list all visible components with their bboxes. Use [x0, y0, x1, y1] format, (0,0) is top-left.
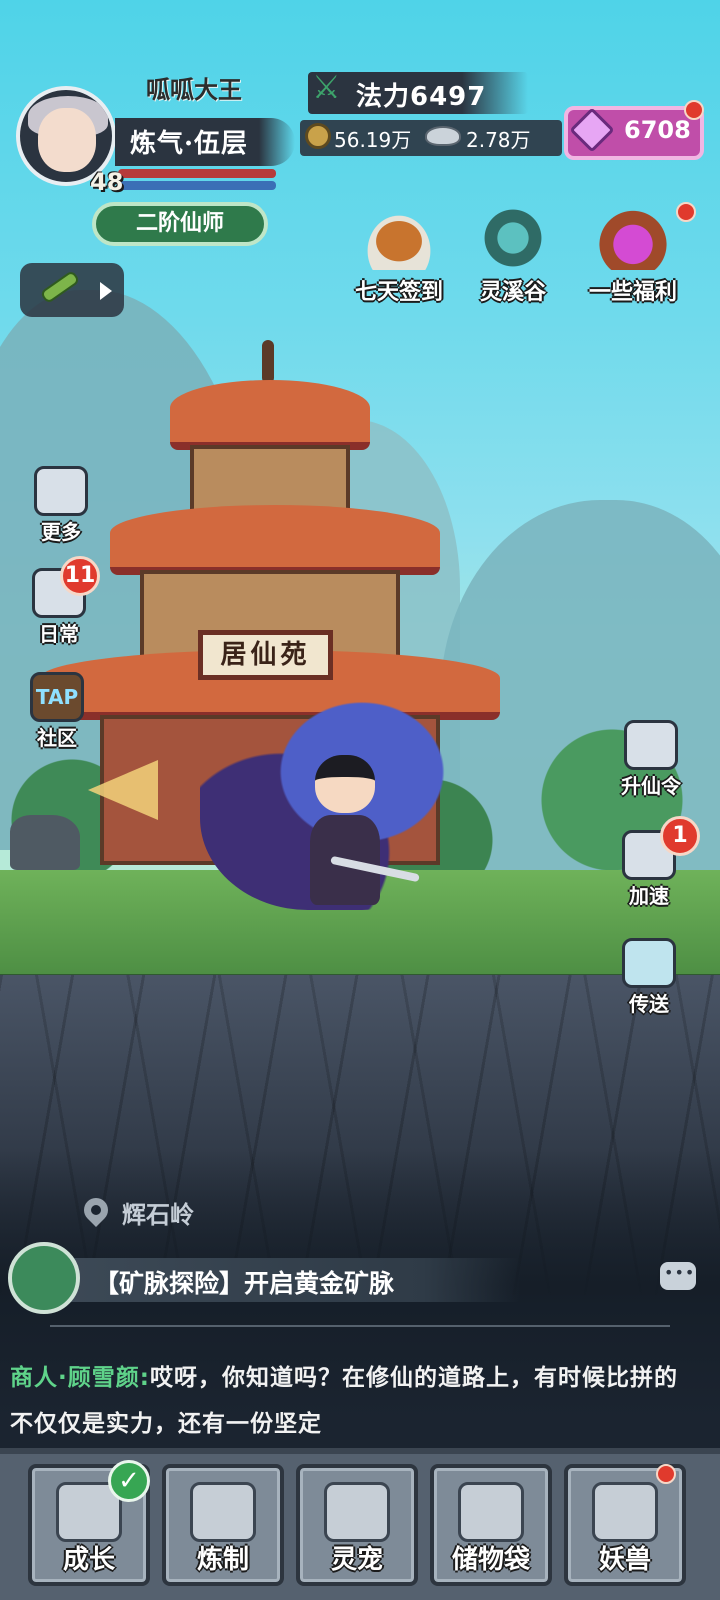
npc-dialog[interactable]: 商人·顾雪颜:哎呀，你知道吗？在修仙的道路上，有时候比拼的不仅仅是实力，还有一份… — [10, 1355, 700, 1447]
rock — [10, 815, 80, 870]
divider — [50, 1325, 670, 1327]
location-name: 辉石岭 — [122, 1201, 194, 1229]
nav-label: 成长 — [62, 1545, 115, 1575]
title-badge[interactable]: 二阶仙师 — [92, 202, 268, 246]
pagoda-roof — [170, 380, 370, 450]
event-label: 七天签到 — [354, 280, 443, 305]
notification-dot — [684, 100, 704, 120]
silver-ingot-icon — [425, 126, 461, 146]
side-label: 传送 — [629, 992, 669, 1016]
nav-spirit-pet[interactable]: 灵宠 — [296, 1464, 418, 1586]
spirit-valley-icon — [473, 206, 553, 270]
event-label: 灵溪谷 — [479, 280, 546, 305]
dialog-speaker: 商人·顾雪颜: — [10, 1365, 150, 1391]
notification-dot — [676, 202, 696, 222]
pagoda-spire — [262, 340, 274, 384]
gem-bag-icon — [593, 206, 673, 270]
scrolls-icon — [34, 466, 88, 516]
left-arrow-indicator[interactable] — [88, 760, 158, 820]
power-value: 法力6497 — [356, 82, 487, 112]
avatar-face — [38, 108, 96, 172]
side-label: 升仙令 — [621, 774, 681, 798]
nav-label: 妖兽 — [598, 1545, 651, 1575]
side-label: 日常 — [39, 622, 79, 646]
roast-chicken-icon — [359, 206, 439, 270]
hp-bar — [118, 169, 276, 178]
nav-label: 灵宠 — [330, 1545, 383, 1575]
nav-storage-bag[interactable]: 储物袋 — [430, 1464, 552, 1586]
nav-refine[interactable]: 炼制 — [162, 1464, 284, 1586]
storage-bag-icon — [458, 1482, 524, 1542]
event-welfare[interactable]: 一些福利 — [578, 206, 688, 306]
event-seven-day-signin[interactable]: 七天签到 — [344, 206, 454, 306]
nav-label: 炼制 — [196, 1545, 249, 1575]
player-level: 48 — [90, 168, 124, 196]
quest-text[interactable]: 【矿脉探险】开启黄金矿脉 — [94, 1264, 394, 1300]
nav-label: 储物袋 — [451, 1545, 530, 1575]
building-sign: 居仙苑 — [198, 630, 333, 680]
teleport-icon — [622, 938, 676, 988]
player-name: 呱呱大王 — [146, 75, 242, 104]
copper-amount: 56.19万 — [334, 128, 412, 152]
daily-badge: 11 — [60, 556, 100, 596]
side-label: 社区 — [37, 726, 77, 750]
quest-scroll-icon[interactable] — [8, 1242, 80, 1314]
menu-community[interactable]: TAP 社区 — [12, 672, 102, 751]
tap-icon: TAP — [30, 672, 84, 722]
spirit-pet-icon — [324, 1482, 390, 1542]
menu-more[interactable]: 更多 — [16, 466, 106, 545]
menu-teleport[interactable]: 传送 — [604, 938, 694, 1017]
pagoda-roof — [110, 505, 440, 575]
event-spirit-valley[interactable]: 灵溪谷 — [458, 206, 568, 306]
sword-power-icon: ⚔ — [312, 68, 341, 106]
copper-coin-icon — [305, 123, 331, 149]
expand-arrow-icon[interactable] — [100, 282, 112, 300]
demon-beast-icon — [592, 1482, 658, 1542]
side-label: 更多 — [41, 520, 81, 544]
speed-badge: 1 — [660, 816, 700, 856]
realm-text: 炼气·伍层 — [130, 129, 249, 159]
mp-bar — [118, 181, 276, 190]
token-icon — [624, 720, 678, 770]
menu-ascension-token[interactable]: 升仙令 — [606, 720, 696, 799]
character-head — [315, 755, 375, 813]
notification-dot — [656, 1464, 676, 1484]
silver-amount: 2.78万 — [466, 128, 531, 152]
event-label: 一些福利 — [588, 280, 677, 305]
side-label: 加速 — [629, 884, 669, 908]
chat-icon[interactable] — [660, 1262, 696, 1290]
check-icon: ✓ — [108, 1460, 150, 1502]
player-character[interactable] — [290, 735, 400, 915]
gem-amount: 6708 — [624, 116, 691, 144]
anvil-icon — [190, 1482, 256, 1542]
